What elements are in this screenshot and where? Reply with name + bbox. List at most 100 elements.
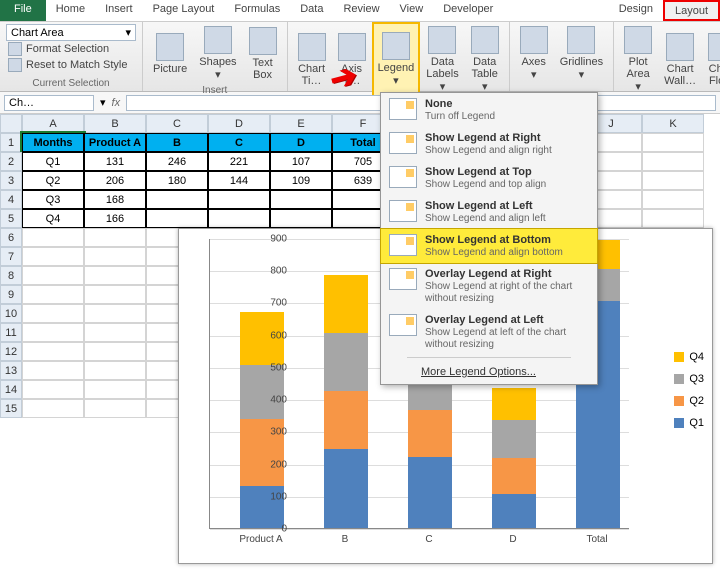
- bar-segment[interactable]: [492, 420, 536, 459]
- cell[interactable]: 180: [146, 171, 208, 190]
- picture-button[interactable]: Picture: [149, 24, 191, 83]
- cell[interactable]: [84, 323, 146, 342]
- cell[interactable]: [84, 285, 146, 304]
- cell[interactable]: 168: [84, 190, 146, 209]
- cell[interactable]: [84, 342, 146, 361]
- cell[interactable]: [642, 152, 704, 171]
- col-header[interactable]: B: [84, 114, 146, 133]
- col-header[interactable]: D: [208, 114, 270, 133]
- bar-segment[interactable]: [408, 457, 452, 528]
- name-box[interactable]: Ch…: [4, 95, 94, 111]
- legend-item[interactable]: Q1: [674, 414, 704, 432]
- chart-floor-button[interactable]: Chart Flo…: [704, 24, 720, 95]
- chart-element-dropdown[interactable]: Chart Area▾: [6, 24, 136, 41]
- fx-icon[interactable]: fx: [112, 97, 121, 109]
- cell[interactable]: [270, 190, 332, 209]
- format-selection-button[interactable]: Format Selection: [6, 41, 136, 57]
- cell[interactable]: Q1: [22, 152, 84, 171]
- col-header[interactable]: K: [642, 114, 704, 133]
- legend-none[interactable]: NoneTurn off Legend: [381, 93, 597, 127]
- cell[interactable]: 221: [208, 152, 270, 171]
- legend-right[interactable]: Show Legend at RightShow Legend and alig…: [381, 127, 597, 161]
- cell[interactable]: [84, 304, 146, 323]
- cell[interactable]: 246: [146, 152, 208, 171]
- chevron-down-icon[interactable]: ▾: [100, 96, 106, 109]
- legend-more-options[interactable]: More Legend Options...: [381, 360, 597, 384]
- cell[interactable]: [84, 247, 146, 266]
- col-header[interactable]: E: [270, 114, 332, 133]
- col-header[interactable]: C: [146, 114, 208, 133]
- chart-title-button[interactable]: Chart Ti…: [294, 24, 330, 95]
- bar-stack[interactable]: [324, 275, 368, 528]
- row-header[interactable]: 9: [0, 285, 22, 304]
- bar-segment[interactable]: [324, 449, 368, 528]
- cell[interactable]: [642, 190, 704, 209]
- tab-review[interactable]: Review: [333, 0, 389, 21]
- cell[interactable]: [22, 266, 84, 285]
- textbox-button[interactable]: Text Box: [245, 24, 281, 83]
- cell[interactable]: [84, 361, 146, 380]
- cell[interactable]: 109: [270, 171, 332, 190]
- row-header[interactable]: 1: [0, 133, 22, 152]
- cell[interactable]: [22, 323, 84, 342]
- cell[interactable]: Q3: [22, 190, 84, 209]
- legend-item[interactable]: Q2: [674, 392, 704, 410]
- cell[interactable]: [208, 209, 270, 228]
- row-header[interactable]: 6: [0, 228, 22, 247]
- cell[interactable]: B: [146, 133, 208, 152]
- cell[interactable]: [22, 399, 84, 418]
- cell[interactable]: [208, 190, 270, 209]
- tab-design[interactable]: Design: [609, 0, 663, 21]
- legend-item[interactable]: Q4: [674, 348, 704, 366]
- cell[interactable]: [84, 228, 146, 247]
- bar-segment[interactable]: [324, 333, 368, 391]
- bar-segment[interactable]: [492, 494, 536, 528]
- tab-layout[interactable]: Layout: [663, 0, 720, 21]
- row-header[interactable]: 5: [0, 209, 22, 228]
- row-header[interactable]: 2: [0, 152, 22, 171]
- chart-legend[interactable]: Q4Q3Q2Q1: [674, 344, 704, 436]
- cell[interactable]: Months: [22, 133, 84, 152]
- bar-segment[interactable]: [240, 365, 284, 419]
- cell[interactable]: D: [270, 133, 332, 152]
- row-header[interactable]: 10: [0, 304, 22, 323]
- bar-segment[interactable]: [324, 391, 368, 449]
- tab-formulas[interactable]: Formulas: [224, 0, 290, 21]
- cell[interactable]: [84, 399, 146, 418]
- row-header[interactable]: 11: [0, 323, 22, 342]
- row-header[interactable]: 13: [0, 361, 22, 380]
- select-all-corner[interactable]: [0, 114, 22, 133]
- axes-button[interactable]: Axes▾: [516, 24, 552, 83]
- gridlines-button[interactable]: Gridlines▾: [556, 24, 607, 83]
- plot-area-button[interactable]: Plot Area▾: [620, 24, 656, 95]
- reset-style-button[interactable]: Reset to Match Style: [6, 57, 136, 73]
- cell[interactable]: [84, 380, 146, 399]
- bar-stack[interactable]: [492, 388, 536, 528]
- tab-page-layout[interactable]: Page Layout: [143, 0, 225, 21]
- cell[interactable]: [22, 380, 84, 399]
- shapes-button[interactable]: Shapes▾: [195, 24, 240, 83]
- col-header[interactable]: A: [22, 114, 84, 133]
- cell[interactable]: 206: [84, 171, 146, 190]
- row-header[interactable]: 3: [0, 171, 22, 190]
- legend-left[interactable]: Show Legend at LeftShow Legend and align…: [381, 195, 597, 229]
- bar-segment[interactable]: [408, 410, 452, 456]
- tab-developer[interactable]: Developer: [433, 0, 503, 21]
- cell[interactable]: [22, 247, 84, 266]
- cell[interactable]: 144: [208, 171, 270, 190]
- cell[interactable]: 131: [84, 152, 146, 171]
- row-header[interactable]: 7: [0, 247, 22, 266]
- tab-data[interactable]: Data: [290, 0, 333, 21]
- legend-button[interactable]: Legend▾: [374, 24, 419, 95]
- tab-file[interactable]: File: [0, 0, 46, 21]
- cell[interactable]: [22, 342, 84, 361]
- cell[interactable]: [146, 209, 208, 228]
- bar-segment[interactable]: [492, 458, 536, 493]
- cell[interactable]: [642, 209, 704, 228]
- cell[interactable]: [270, 209, 332, 228]
- row-header[interactable]: 12: [0, 342, 22, 361]
- legend-overlay-left[interactable]: Overlay Legend at LeftShow Legend at lef…: [381, 309, 597, 355]
- row-header[interactable]: 8: [0, 266, 22, 285]
- legend-bottom[interactable]: Show Legend at BottomShow Legend and ali…: [381, 229, 597, 263]
- cell[interactable]: [642, 171, 704, 190]
